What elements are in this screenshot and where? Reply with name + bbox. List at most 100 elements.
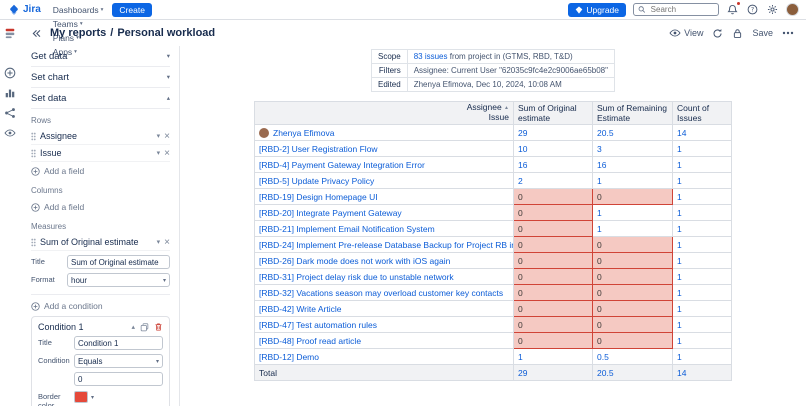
issue-link[interactable]: [RBD-12] Demo [259,352,319,362]
value-link[interactable]: 1 [677,320,682,330]
format-select[interactable]: hour ▾ [67,273,170,287]
issue-link[interactable]: [RBD-26] Dark mode does not work with iO… [259,256,450,266]
value-link[interactable]: 1 [677,160,682,170]
refresh-button[interactable] [712,28,723,39]
add-field-columns-button[interactable]: Add a field [31,198,84,215]
issue-link[interactable]: [RBD-5] Update Privacy Policy [259,176,374,186]
row-dimensions-header[interactable]: Assignee ▲ Issue [254,101,514,125]
chevron-down-icon[interactable]: ▾ [157,238,161,246]
issue-link[interactable]: [RBD-21] Implement Email Notification Sy… [259,224,435,234]
section-get-data[interactable]: Get data ▾ [31,46,170,67]
column-header-sum-of-original-estimate[interactable]: Sum of Original estimate [513,101,593,125]
collapse-panel-button[interactable] [29,26,43,40]
value-link[interactable]: 16 [597,160,606,170]
value-link[interactable]: 1 [677,272,682,282]
value-link[interactable]: 1 [677,176,682,186]
row-field-issue[interactable]: Issue ▾ × [31,145,170,162]
issue-link[interactable]: [RBD-31] Project delay risk due to unsta… [259,272,454,282]
add-condition-button[interactable]: Add a condition [31,297,103,314]
delete-condition-button[interactable] [154,322,163,332]
issue-link[interactable]: [RBD-20] Integrate Payment Gateway [259,208,402,218]
add-field-rows-button[interactable]: Add a field [31,162,84,179]
notifications-button[interactable] [726,1,741,16]
value-link[interactable]: 1 [597,224,602,234]
user-avatar[interactable] [786,3,799,16]
remove-field-icon[interactable]: × [164,237,170,247]
row-field-assignee[interactable]: Assignee ▾ × [31,128,170,145]
issue-link[interactable]: [RBD-42] Write Article [259,304,342,314]
chevron-down-icon[interactable]: ▾ [157,149,161,157]
assignee-link[interactable]: Zhenya Efimova [273,128,334,138]
rail-report-button[interactable] [3,26,17,40]
issue-link[interactable]: [RBD-32] Vacations season may overload c… [259,288,503,298]
value-link[interactable]: 0.5 [597,352,609,362]
condition-value-input[interactable] [74,372,163,386]
remove-field-icon[interactable]: × [164,131,170,141]
section-set-chart[interactable]: Set chart ▾ [31,67,170,88]
drag-handle-icon[interactable] [31,132,36,141]
measure-field-sum-of-original-estimate[interactable]: Sum of Original estimate ▾ × [31,234,170,251]
issue-link[interactable]: [RBD-47] Test automation rules [259,320,377,330]
border-color-picker[interactable]: ▾ [74,390,94,403]
value-link[interactable]: 20.5 [597,128,614,138]
value-link[interactable]: 1 [677,208,682,218]
search-input[interactable] [648,4,714,15]
issue-link[interactable]: [RBD-19] Design Homepage UI [259,192,378,202]
value-link[interactable]: 1 [677,288,682,298]
rail-share-button[interactable] [3,106,17,120]
search-box[interactable] [633,3,719,16]
more-button[interactable] [782,31,794,35]
help-button[interactable]: ? [746,3,759,16]
value-link[interactable]: 1 [677,336,682,346]
section-set-data[interactable]: Set data ▴ [31,88,170,109]
condition-title-input[interactable] [74,336,163,350]
rail-chart-button[interactable] [3,86,17,100]
value-link[interactable]: 1 [677,144,682,154]
value-link[interactable]: 1 [677,304,682,314]
value-link[interactable]: 2 [518,176,523,186]
value-link[interactable]: 10 [518,144,527,154]
column-header-sum-of-remaining-estimate[interactable]: Sum of Remaining Estimate [592,101,673,125]
create-button[interactable]: Create [112,2,152,17]
value-link[interactable]: 1 [677,256,682,266]
value-link[interactable]: 3 [597,144,602,154]
value-link[interactable]: 14 [677,128,686,138]
remove-field-icon[interactable]: × [164,148,170,158]
value-link[interactable]: 1 [597,176,602,186]
value-link[interactable]: 1 [677,192,682,202]
value-link[interactable]: 29 [518,368,527,378]
duplicate-condition-button[interactable] [140,322,149,332]
issue-link[interactable]: [RBD-2] User Registration Flow [259,144,378,154]
chevron-down-icon[interactable]: ▾ [157,132,161,140]
rail-preview-button[interactable] [3,126,17,140]
jira-logo[interactable]: Jira [8,4,41,16]
nav-item-dashboards[interactable]: Dashboards ▾ [49,3,108,17]
collapse-condition-button[interactable]: ▴ [131,323,135,331]
issue-link[interactable]: [RBD-4] Payment Gateway Integration Erro… [259,160,425,170]
value-link[interactable]: 29 [518,128,527,138]
issue-link[interactable]: [RBD-24] Implement Pre-release Database … [259,240,513,250]
value-link[interactable]: 1 [677,240,682,250]
value-link[interactable]: 1 [677,224,682,234]
value-link[interactable]: 16 [518,160,527,170]
issue-link[interactable]: [RBD-48] Proof read article [259,336,361,346]
lock-button[interactable] [732,28,743,39]
view-button[interactable]: View [669,27,703,39]
column-header-count-of-issues[interactable]: Count of Issues [672,101,732,125]
save-button[interactable]: Save [752,28,773,38]
value-link[interactable]: 1 [518,352,523,362]
measure-title-input[interactable] [67,255,170,269]
rail-add-report-button[interactable] [3,66,17,80]
value-link[interactable]: 20.5 [597,368,614,378]
breadcrumb-my-reports[interactable]: My reports [50,27,106,39]
value-link[interactable]: 14 [677,368,686,378]
settings-button[interactable] [766,3,779,16]
value-link[interactable]: 1 [677,352,682,362]
drag-handle-icon[interactable] [31,149,36,158]
upgrade-button[interactable]: Upgrade [568,2,626,17]
drag-handle-icon[interactable] [31,238,36,247]
value-link[interactable]: 1 [597,208,602,218]
sort-icon[interactable]: ▲ [504,105,509,111]
condition-operator-select[interactable]: Equals ▾ [74,354,163,368]
scope-issues-link[interactable]: 83 issues [414,52,448,61]
